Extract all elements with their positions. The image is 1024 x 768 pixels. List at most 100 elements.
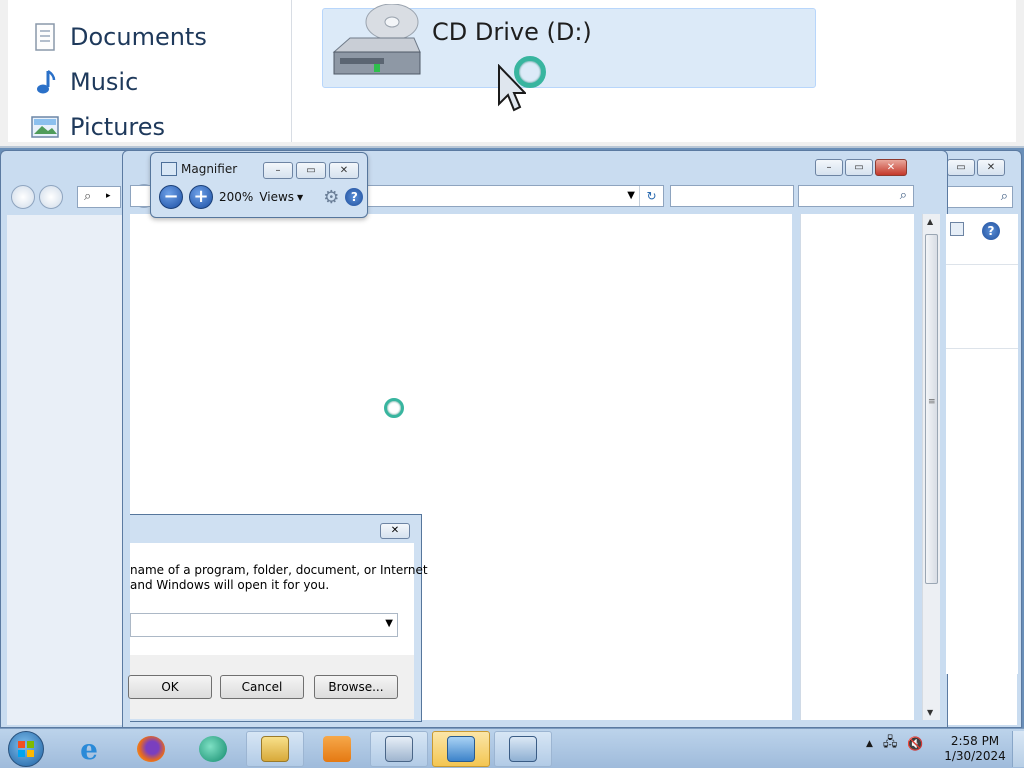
nav-item-music[interactable]: Music	[30, 67, 138, 97]
maximize-button[interactable]: ▭	[845, 159, 873, 176]
windows-logo-icon	[18, 741, 34, 757]
taskbar-windows-explorer[interactable]	[246, 731, 304, 767]
cancel-button[interactable]: Cancel	[220, 675, 304, 699]
maximize-icon: ▭	[956, 161, 966, 173]
back-window-caption-buttons: ▭ ✕	[947, 159, 1005, 176]
folder-icon	[261, 736, 289, 762]
minimize-button[interactable]: –	[815, 159, 843, 176]
views-label: Views	[259, 190, 295, 204]
busy-cursor-icon	[514, 56, 546, 88]
run-description: name of a program, folder, document, or …	[130, 563, 428, 593]
address-bar[interactable]: ⌕ ▸	[77, 186, 121, 208]
run-dialog: ✕ name of a program, folder, document, o…	[128, 514, 428, 722]
maximize-button[interactable]: ▭	[947, 159, 975, 176]
maximize-icon: ▭	[306, 164, 316, 176]
minimize-button[interactable]: –	[263, 162, 293, 179]
open-combobox[interactable]: ▼	[130, 613, 398, 637]
show-desktop-button[interactable]	[1012, 731, 1024, 767]
close-icon: ✕	[339, 164, 349, 176]
media-player-icon	[323, 736, 351, 762]
divider	[946, 348, 1018, 349]
close-button[interactable]: ✕	[329, 162, 359, 179]
internet-explorer-icon: e	[80, 732, 98, 766]
scroll-up-icon[interactable]: ▲	[927, 217, 933, 226]
taskbar: e ▲ 🖧 🔇 2:58 PM 1/30/2024	[0, 728, 1024, 768]
taskbar-remote-desktop[interactable]	[370, 731, 428, 767]
refresh-icon[interactable]: ↻	[639, 186, 663, 206]
close-button[interactable]: ✕	[875, 159, 907, 176]
taskbar-internet-explorer[interactable]: e	[60, 731, 118, 767]
scroll-down-icon[interactable]: ▼	[927, 708, 933, 717]
nav-item-pictures[interactable]: Pictures	[30, 112, 165, 142]
preview-pane-icon[interactable]	[950, 222, 964, 236]
clock-time: 2:58 PM	[950, 734, 1000, 748]
preview-pane	[800, 214, 914, 720]
control-panel-icon	[447, 736, 475, 762]
magnifier-window: Magnifier – ▭ ✕ − + 200% Views ▼ ⚙ ?	[150, 152, 368, 218]
views-menu[interactable]: Views ▼	[259, 190, 303, 204]
search-box[interactable]: ⌕	[947, 186, 1013, 208]
clock-date: 1/30/2024	[944, 749, 1006, 763]
taskbar-control-panel[interactable]	[432, 731, 490, 767]
ok-button[interactable]: OK	[128, 675, 212, 699]
navigation-pane	[7, 215, 127, 725]
green-app-icon	[199, 736, 227, 762]
minus-icon: −	[163, 186, 179, 207]
chevron-down-icon: ▼	[297, 192, 304, 202]
dropdown-arrow-icon[interactable]: ▼	[627, 190, 635, 201]
close-icon: ✕	[390, 525, 400, 536]
search-box-extended[interactable]: ⌕	[798, 185, 914, 207]
gear-icon[interactable]: ⚙	[323, 187, 339, 208]
network-icon[interactable]: 🖧	[883, 733, 898, 755]
cd-drive-label: CD Drive (D:)	[432, 18, 592, 46]
taskbar-media-player[interactable]	[308, 731, 366, 767]
taskbar-magnifier[interactable]	[494, 731, 552, 767]
close-button[interactable]: ✕	[977, 159, 1005, 176]
zoom-out-button[interactable]: −	[159, 185, 183, 209]
monitor-icon	[385, 736, 413, 762]
minimize-icon: –	[275, 164, 281, 176]
show-hidden-icons-icon[interactable]: ▲	[866, 739, 873, 749]
taskbar-app-green[interactable]	[184, 731, 242, 767]
close-button[interactable]: ✕	[380, 523, 410, 539]
divider	[946, 264, 1018, 265]
scrollbar-thumb[interactable]: ≡	[925, 234, 938, 584]
nav-item-documents[interactable]: Documents	[30, 22, 207, 52]
music-icon	[37, 69, 56, 94]
firefox-icon	[137, 736, 165, 762]
start-button[interactable]	[8, 731, 44, 767]
taskbar-firefox[interactable]	[122, 731, 180, 767]
search-icon: ⌕	[1000, 189, 1008, 204]
documents-icon	[35, 23, 55, 51]
zoom-in-button[interactable]: +	[189, 185, 213, 209]
magnifier-app-icon	[161, 162, 177, 176]
back-window-content: ?	[946, 214, 1018, 674]
forward-button[interactable]	[39, 185, 63, 209]
magnifier-controls: − + 200% Views ▼ ⚙ ?	[159, 185, 364, 209]
volume-muted-icon[interactable]: 🔇	[907, 737, 923, 752]
magnifier-caption-buttons: – ▭ ✕	[263, 162, 359, 179]
magnifier-title: Magnifier	[181, 162, 238, 176]
magnifier-lens-view: Documents Music Pictures CD Drive (D:)	[0, 0, 1024, 148]
close-icon: ✕	[886, 161, 896, 173]
system-clock[interactable]: 2:58 PM 1/30/2024	[944, 734, 1006, 764]
help-icon[interactable]: ?	[345, 188, 364, 206]
back-button[interactable]	[11, 185, 35, 209]
minimize-icon: –	[826, 161, 832, 173]
nav-item-label: Documents	[70, 23, 207, 51]
chevron-down-icon[interactable]: ▼	[385, 618, 393, 629]
magnifier-icon	[509, 736, 537, 762]
nav-item-label: Pictures	[70, 113, 166, 141]
busy-cursor-icon	[384, 398, 404, 418]
vertical-scrollbar[interactable]: ▲ ≡ ▼	[922, 214, 940, 720]
pictures-icon	[31, 116, 59, 138]
help-icon[interactable]: ?	[982, 222, 1000, 240]
maximize-button[interactable]: ▭	[296, 162, 326, 179]
notification-area: ▲ 🖧 🔇	[866, 733, 924, 755]
search-icon: ⌕	[899, 188, 907, 203]
run-description-line1: name of a program, folder, document, or …	[130, 563, 428, 577]
cd-drive-icon	[332, 4, 421, 75]
search-box[interactable]	[670, 185, 794, 207]
maximize-icon: ▭	[854, 161, 864, 173]
browse-button[interactable]: Browse...	[314, 675, 398, 699]
